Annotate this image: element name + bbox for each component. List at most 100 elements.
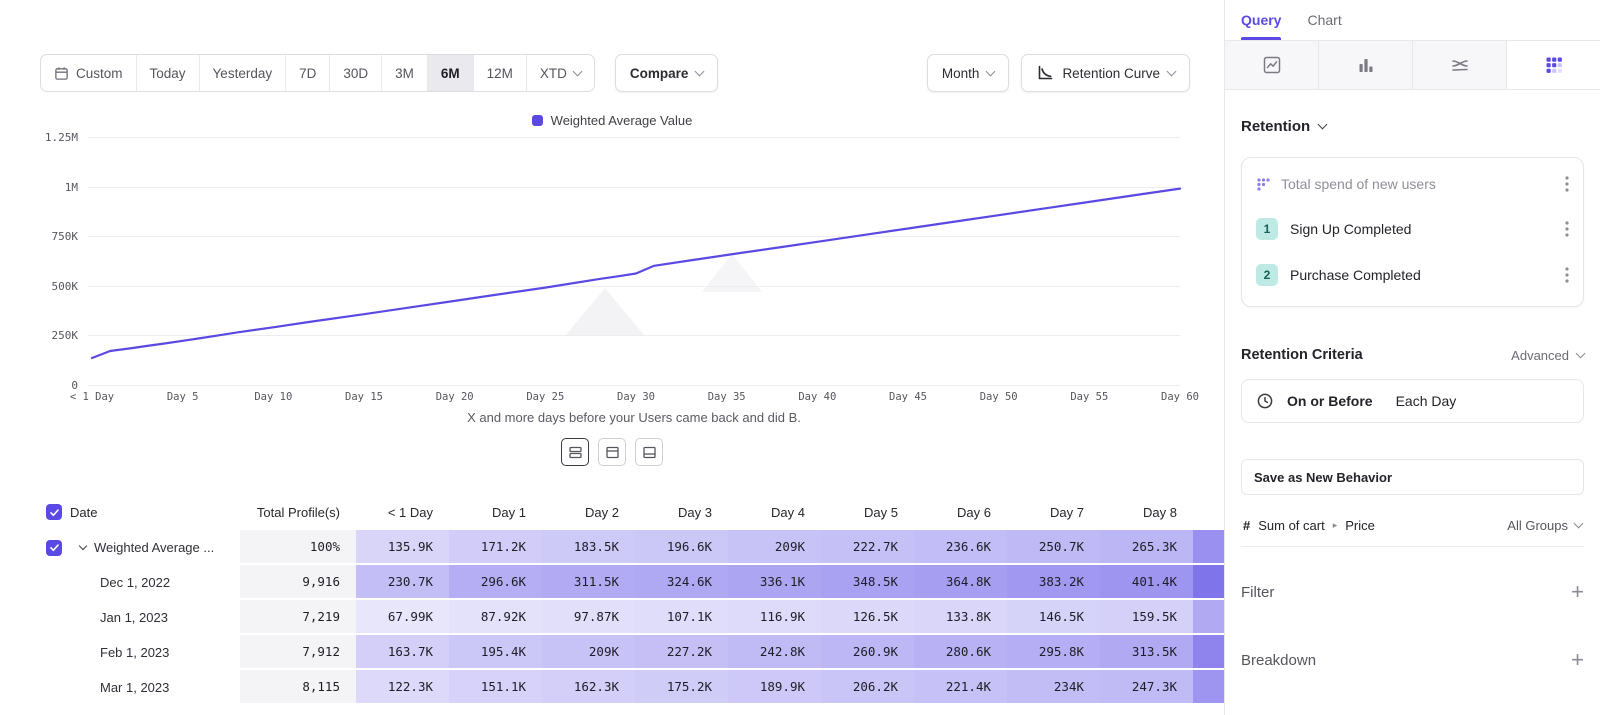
range-6m-button[interactable]: 6M: [427, 55, 473, 91]
breakdown-label: Breakdown: [1241, 652, 1316, 669]
header-edge-cell: [1193, 494, 1224, 530]
row-label: Jan 1, 2023: [100, 610, 168, 625]
y-axis-tick: 750K: [18, 230, 78, 243]
retention-value-cell: 146.5K: [1007, 600, 1100, 635]
range-12m-button[interactable]: 12M: [473, 55, 526, 91]
retention-value-cell: 265.3K: [1100, 530, 1193, 565]
retention-value-cell: 122.3K: [356, 670, 449, 705]
line-chart-icon: [1262, 55, 1282, 75]
range-label: 7D: [299, 66, 316, 81]
granularity-button[interactable]: Month: [927, 54, 1010, 92]
column-header: Day 8: [1100, 494, 1193, 530]
column-header: Day 6: [914, 494, 1007, 530]
row-label: Weighted Average ...: [94, 540, 214, 555]
retention-curve-icon: [1036, 64, 1054, 82]
retention-section-toggle[interactable]: Retention: [1241, 118, 1584, 135]
advanced-label: Advanced: [1511, 348, 1569, 363]
retention-table: DateTotal Profile(s)< 1 DayDay 1Day 2Day…: [40, 494, 1224, 705]
column-header: Day 4: [728, 494, 821, 530]
layout-header-rows-button[interactable]: [598, 438, 626, 466]
row-expander[interactable]: Weighted Average ...: [70, 530, 240, 565]
breakdown-section: Breakdown +: [1241, 649, 1584, 671]
report-type-flows[interactable]: [1413, 41, 1507, 89]
compare-button[interactable]: Compare: [615, 54, 719, 92]
behavior-title: Total spend of new users: [1281, 176, 1436, 192]
y-axis-tick: 1M: [18, 181, 78, 194]
criteria-window-button[interactable]: Each Day: [1396, 393, 1457, 409]
range-label: 6M: [441, 66, 460, 81]
chart-view-button[interactable]: Retention Curve: [1021, 54, 1190, 92]
row-checkbox-cell: [40, 600, 70, 635]
column-header: Day 2: [542, 494, 635, 530]
all-groups-dropdown[interactable]: All Groups: [1507, 518, 1582, 533]
advanced-dropdown[interactable]: Advanced: [1511, 348, 1584, 363]
add-breakdown-button[interactable]: +: [1571, 649, 1584, 671]
retention-value-cell: 247.3K: [1100, 670, 1193, 705]
retention-value-cell: 151.1K: [449, 670, 542, 705]
chevron-down-icon: [695, 66, 705, 76]
criteria-condition-button[interactable]: On or Before: [1287, 393, 1373, 409]
report-type-strip: [1225, 41, 1600, 90]
range-today-button[interactable]: Today: [136, 55, 199, 91]
y-axis-tick: 1.25M: [18, 131, 78, 144]
range-7d-button[interactable]: 7D: [285, 55, 329, 91]
range-custom-button[interactable]: Custom: [41, 55, 136, 91]
chevron-down-icon: [1574, 519, 1584, 529]
step-row-2[interactable]: 2 Purchase Completed: [1248, 252, 1577, 298]
retention-value-cell: 189.9K: [728, 670, 821, 705]
range-label: Yesterday: [213, 66, 273, 81]
select-all-checkbox[interactable]: [46, 504, 62, 520]
kebab-icon: [1565, 175, 1569, 193]
column-header: Date: [70, 494, 240, 530]
retention-value-cell: 280.6K: [914, 635, 1007, 670]
row-checkbox[interactable]: [46, 540, 62, 556]
overflow-column-sliver: [1193, 600, 1224, 635]
metric-property-label[interactable]: Price: [1345, 518, 1375, 533]
table-row: Mar 1, 20238,115122.3K151.1K162.3K175.2K…: [40, 670, 1224, 705]
range-label: Today: [150, 66, 186, 81]
bar-chart-icon: [1356, 55, 1376, 75]
header-checkbox-cell: [40, 494, 70, 530]
range-3m-button[interactable]: 3M: [381, 55, 427, 91]
column-header: Day 1: [449, 494, 542, 530]
behavior-menu-button[interactable]: [1565, 175, 1569, 193]
tab-chart[interactable]: Chart: [1307, 0, 1341, 40]
step-row-1[interactable]: 1 Sign Up Completed: [1248, 206, 1577, 252]
range-xtd-button[interactable]: XTD: [526, 55, 594, 91]
retention-value-cell: 206.2K: [821, 670, 914, 705]
chevron-down-icon: [986, 66, 996, 76]
layout-split-rows-button[interactable]: [561, 438, 589, 466]
add-filter-button[interactable]: +: [1571, 581, 1584, 603]
retention-value-cell: 295.8K: [1007, 635, 1100, 670]
chart-view-label: Retention Curve: [1062, 66, 1160, 81]
save-as-new-behavior-button[interactable]: Save as New Behavior: [1241, 459, 1584, 495]
step-menu-button[interactable]: [1565, 220, 1569, 238]
report-type-insights[interactable]: [1225, 41, 1319, 89]
date-row-label[interactable]: Dec 1, 2022: [70, 565, 240, 600]
retention-section-label: Retention: [1241, 118, 1310, 135]
report-type-retention[interactable]: [1507, 41, 1600, 89]
report-type-funnels[interactable]: [1319, 41, 1413, 89]
tab-query[interactable]: Query: [1241, 0, 1281, 40]
main-panel: Custom Today Yesterday 7D 30D3M 6M 12MXTD Comp…: [0, 0, 1224, 715]
date-row-label[interactable]: Feb 1, 2023: [70, 635, 240, 670]
tab-query-label: Query: [1241, 12, 1281, 28]
total-profiles-cell: 100%: [240, 530, 356, 565]
retention-value-cell: 163.7K: [356, 635, 449, 670]
range-yesterday-button[interactable]: Yesterday: [199, 55, 286, 91]
step-label: Purchase Completed: [1290, 267, 1421, 283]
step-menu-button[interactable]: [1565, 266, 1569, 284]
legend-label: Weighted Average Value: [551, 113, 693, 128]
filter-section: Filter +: [1241, 581, 1584, 603]
metric-aggregation-label[interactable]: Sum of cart: [1258, 518, 1324, 533]
metric-row: # Sum of cart ▸ Price All Groups: [1241, 505, 1584, 547]
date-row-label[interactable]: Jan 1, 2023: [70, 600, 240, 635]
layout-single-row-button[interactable]: [635, 438, 663, 466]
row-label: Feb 1, 2023: [100, 645, 169, 660]
behavior-header[interactable]: Total spend of new users: [1248, 162, 1577, 206]
row-label: Dec 1, 2022: [100, 575, 170, 590]
date-row-label[interactable]: Mar 1, 2023: [70, 670, 240, 705]
range-label: Custom: [76, 66, 123, 81]
retention-value-cell: 183.5K: [542, 530, 635, 565]
range-30d-button[interactable]: 30D: [329, 55, 381, 91]
